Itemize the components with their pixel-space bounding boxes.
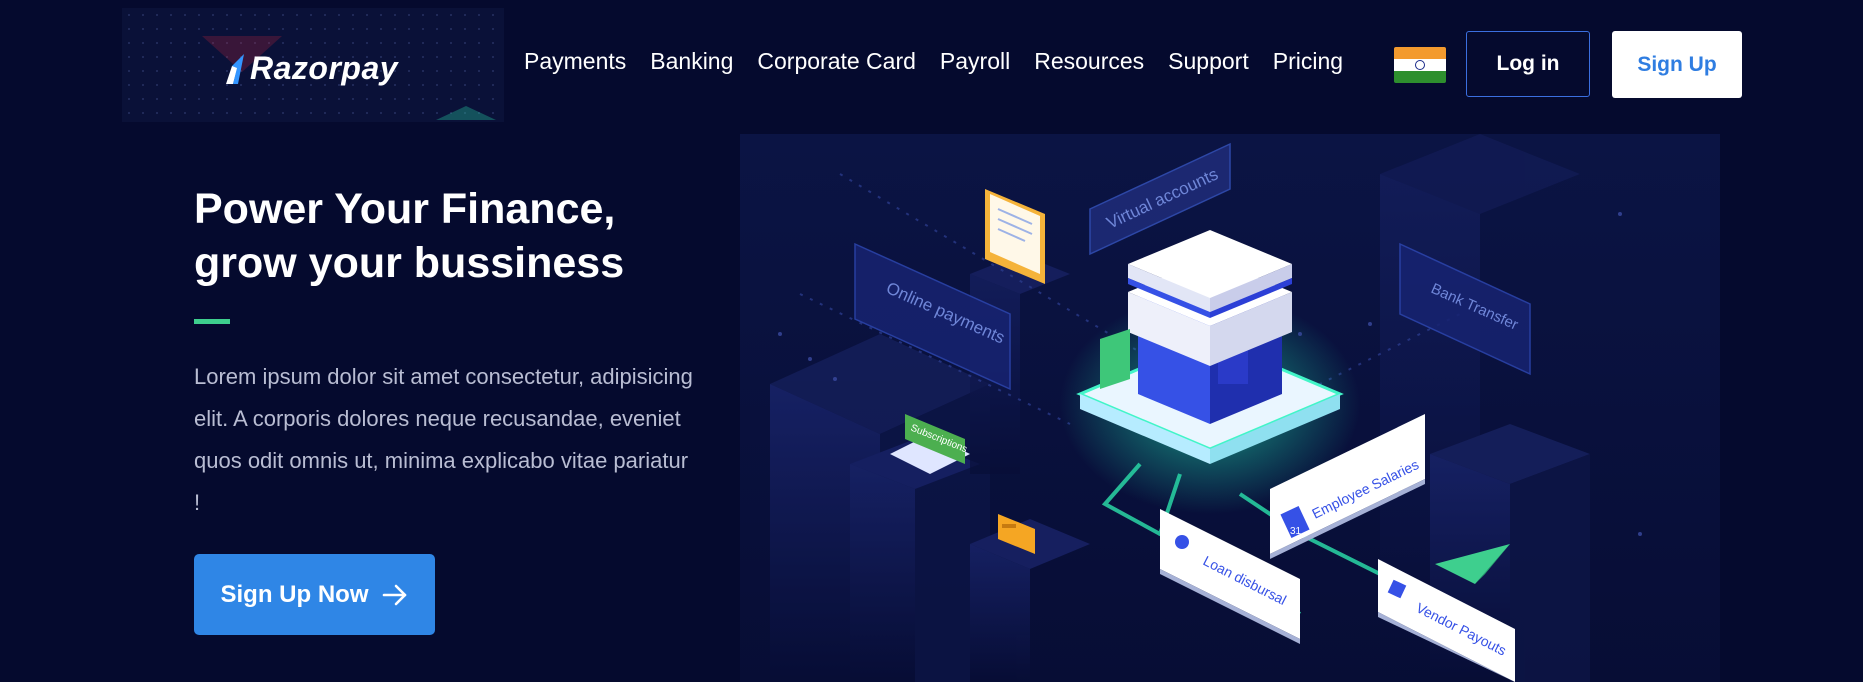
nav-item-banking[interactable]: Banking [650, 48, 733, 75]
nav-item-payroll[interactable]: Payroll [940, 48, 1010, 75]
hero-description: Lorem ipsum dolor sit amet consectetur, … [194, 364, 693, 515]
arrow-right-icon [383, 584, 407, 605]
india-flag-icon[interactable] [1394, 47, 1446, 83]
accent-divider [194, 319, 230, 324]
hero-title-line1: Power Your Finance, [194, 185, 616, 233]
hero-title: Power Your Finance, grow your bussiness [194, 182, 624, 290]
sign-up-now-button[interactable]: Sign Up Now [194, 554, 435, 635]
nav-item-pricing[interactable]: Pricing [1273, 48, 1343, 75]
brand-logo[interactable]: Razorpay [222, 50, 398, 87]
brand-name: Razorpay [250, 50, 399, 86]
decorative-triangle [436, 106, 496, 120]
nav-item-corporate-card[interactable]: Corporate Card [757, 48, 916, 75]
building [1128, 230, 1292, 424]
hero-title-line2: grow your bussiness [194, 239, 625, 287]
cta-label: Sign Up Now [220, 580, 369, 608]
nav-item-support[interactable]: Support [1168, 48, 1249, 75]
signup-button[interactable]: Sign Up [1612, 31, 1742, 98]
main-nav: Payments Banking Corporate Card Payroll … [524, 48, 1367, 75]
nav-item-resources[interactable]: Resources [1034, 48, 1144, 75]
hero-illustration: Virtual accounts Online payments Bank Tr… [740, 134, 1720, 682]
nav-item-payments[interactable]: Payments [524, 48, 626, 75]
login-button[interactable]: Log in [1466, 31, 1590, 97]
calendar-day: 31 [1290, 526, 1302, 537]
razorpay-logo-icon [226, 53, 244, 84]
